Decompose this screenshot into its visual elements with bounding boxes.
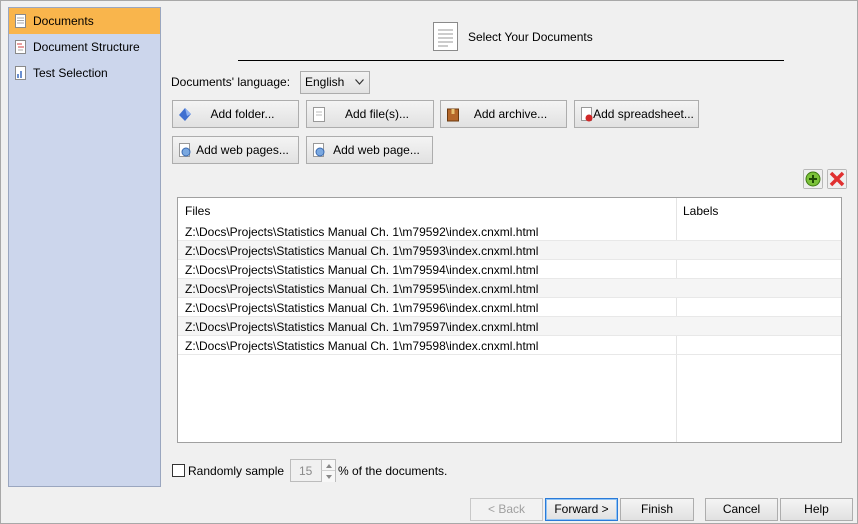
table-row[interactable]: Z:\Docs\Projects\Statistics Manual Ch. 1… [178,260,841,279]
header-divider [238,60,784,61]
document-icon [15,14,26,28]
forward-button[interactable]: Forward > [545,498,618,521]
add-files-button[interactable]: Add file(s)... [306,100,434,128]
sample-percent-value: 15 [299,464,313,478]
random-sample-checkbox[interactable] [172,464,185,477]
web-page-icon [179,143,191,157]
language-value: English [305,75,345,89]
sidebar-item-label: Test Selection [33,66,108,80]
file-icon [313,107,325,122]
archive-icon [447,108,459,122]
language-label: Documents' language: [171,75,291,89]
sidebar-item-document-structure[interactable]: Document Structure [9,34,160,60]
remove-row-icon[interactable] [827,169,847,189]
sample-suffix-label: % of the documents. [338,464,448,478]
sidebar-item-test-selection[interactable]: Test Selection [9,60,160,86]
file-path: Z:\Docs\Projects\Statistics Manual Ch. 1… [185,282,539,296]
add-archive-button[interactable]: Add archive... [440,100,567,128]
random-sample-label: Randomly sample [188,464,285,478]
web-page-icon [313,143,325,157]
add-spreadsheet-button[interactable]: Add spreadsheet... [574,100,699,128]
sidebar-item-label: Documents [33,14,94,28]
file-path: Z:\Docs\Projects\Statistics Manual Ch. 1… [185,263,539,277]
table-row[interactable]: Z:\Docs\Projects\Statistics Manual Ch. 1… [178,298,841,317]
add-web-pages-button[interactable]: Add web pages... [172,136,299,164]
chevron-down-icon [355,79,364,85]
chart-icon [15,66,26,80]
add-web-page-button[interactable]: Add web page... [306,136,433,164]
sidebar-item-label: Document Structure [33,40,140,54]
file-path: Z:\Docs\Projects\Statistics Manual Ch. 1… [185,301,539,315]
table-row[interactable]: Z:\Docs\Projects\Statistics Manual Ch. 1… [178,222,841,241]
sample-percent-stepper[interactable]: 15 [290,459,336,482]
document-icon [433,22,458,51]
spreadsheet-icon [581,107,593,122]
table-row[interactable]: Z:\Docs\Projects\Statistics Manual Ch. 1… [178,279,841,298]
finish-button[interactable]: Finish [620,498,694,521]
cancel-button[interactable]: Cancel [705,498,778,521]
table-header: Files Labels [178,198,841,222]
table-row[interactable]: Z:\Docs\Projects\Statistics Manual Ch. 1… [178,336,841,355]
language-select[interactable]: English [300,71,370,94]
chevron-down-icon [326,475,332,479]
help-button[interactable]: Help [780,498,853,521]
add-folder-button[interactable]: Add folder... [172,100,299,128]
add-row-icon[interactable] [803,169,823,189]
structure-icon [15,40,26,54]
table-row[interactable]: Z:\Docs\Projects\Statistics Manual Ch. 1… [178,241,841,260]
file-path: Z:\Docs\Projects\Statistics Manual Ch. 1… [185,320,539,334]
files-table[interactable]: Files Labels Z:\Docs\Projects\Statistics… [177,197,842,443]
chevron-up-icon [326,464,332,468]
sidebar: Documents Document Structure Test Select… [8,7,161,487]
sidebar-item-documents[interactable]: Documents [9,8,160,34]
column-header-files[interactable]: Files [185,204,210,218]
back-button[interactable]: < Back [470,498,543,521]
file-path: Z:\Docs\Projects\Statistics Manual Ch. 1… [185,225,539,239]
stepper-down-button[interactable] [321,471,335,482]
wizard-window: Documents Document Structure Test Select… [0,0,858,524]
page-title: Select Your Documents [468,30,593,44]
column-header-labels[interactable]: Labels [683,204,718,218]
folder-icon [179,108,191,121]
file-path: Z:\Docs\Projects\Statistics Manual Ch. 1… [185,339,539,353]
table-row[interactable]: Z:\Docs\Projects\Statistics Manual Ch. 1… [178,317,841,336]
stepper-up-button[interactable] [321,460,335,471]
file-path: Z:\Docs\Projects\Statistics Manual Ch. 1… [185,244,539,258]
